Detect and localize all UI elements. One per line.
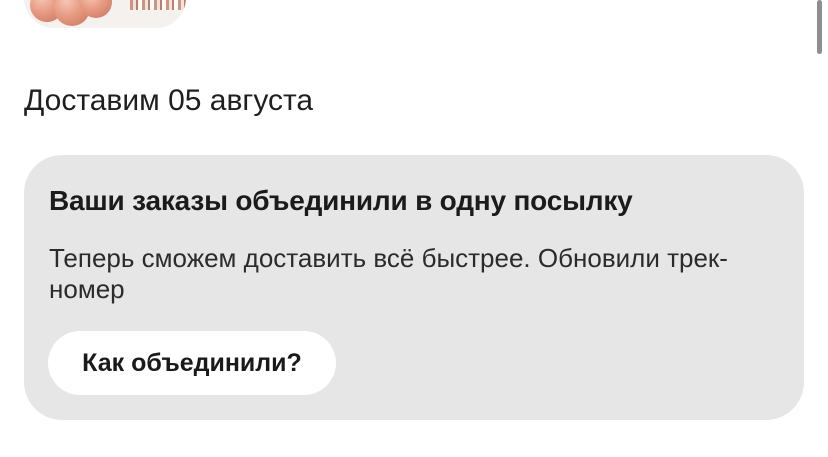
- delivery-date: Доставим 05 августа: [24, 84, 314, 117]
- notice-title: Ваши заказы объединили в одну посылку: [49, 185, 633, 216]
- product-thumbnail[interactable]: [24, 0, 186, 28]
- scrollbar[interactable]: [817, 0, 822, 54]
- notice-text: Теперь сможем доставить всё быстрее. Обн…: [49, 243, 728, 304]
- tassel-garland-image: [130, 0, 186, 10]
- merge-notice-card: Ваши заказы объединили в одну посылку Те…: [24, 155, 804, 420]
- how-merged-button[interactable]: Как объединили?: [48, 331, 336, 395]
